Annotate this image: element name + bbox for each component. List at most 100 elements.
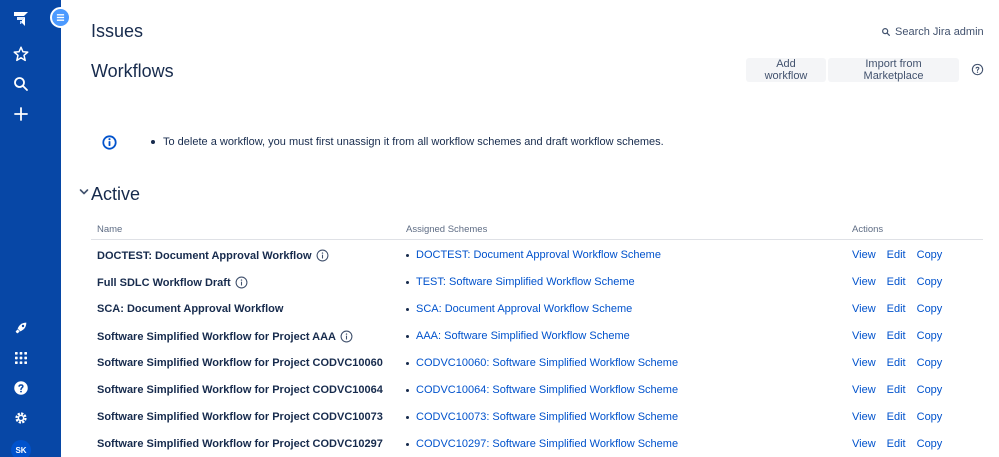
search-icon[interactable] <box>8 71 34 97</box>
gear-icon[interactable] <box>8 405 34 431</box>
scheme-link[interactable]: AAA: Software Simplified Workflow Scheme <box>416 330 630 342</box>
jira-logo-icon[interactable] <box>8 6 34 32</box>
section-title: Issues <box>91 21 144 41</box>
active-section-heading: Active <box>91 184 141 204</box>
workflow-name: Software Simplified Workflow for Project… <box>97 357 383 369</box>
table-row: SCA: Document Approval Workflow SCA: Docu… <box>61 295 999 322</box>
workflow-name-text: Software Simplified Workflow for Project… <box>97 411 383 423</box>
table-row: Full SDLC Workflow Draft TEST: Software S… <box>61 268 999 295</box>
column-header-name: Name <box>97 224 123 235</box>
info-icon[interactable] <box>235 276 248 289</box>
table-row: Software Simplified Workflow for Project… <box>61 349 999 376</box>
bullet <box>406 415 409 419</box>
star-icon[interactable] <box>8 41 34 67</box>
table-row: Software Simplified Workflow for Project… <box>61 430 999 457</box>
table-row: Software Simplified Workflow for Project… <box>61 376 999 403</box>
scheme-link[interactable]: CODVC10064: Software Simplified Workflow… <box>416 384 678 396</box>
scheme-link[interactable]: SCA: Document Approval Workflow Scheme <box>416 303 632 315</box>
row-actions: View Edit Copy <box>852 249 942 261</box>
assigned-scheme: DOCTEST: Document Approval Workflow Sche… <box>406 249 661 261</box>
copy-link[interactable]: Copy <box>917 276 943 288</box>
help-icon[interactable] <box>8 375 34 401</box>
scheme-link[interactable]: DOCTEST: Document Approval Workflow Sche… <box>416 249 661 261</box>
main-content: Issues Search Jira admin Workflows Add w… <box>61 0 999 457</box>
view-link[interactable]: View <box>852 330 876 342</box>
edit-link[interactable]: Edit <box>887 384 906 396</box>
table-row: Software Simplified Workflow for Project… <box>61 403 999 430</box>
view-link[interactable]: View <box>852 276 876 288</box>
row-actions: View Edit Copy <box>852 357 942 369</box>
chevron-down-icon[interactable] <box>78 186 90 198</box>
assigned-scheme: CODVC10073: Software Simplified Workflow… <box>406 411 678 423</box>
help-button[interactable] <box>969 61 985 77</box>
bullet <box>406 388 409 392</box>
edit-link[interactable]: Edit <box>887 276 906 288</box>
bullet <box>406 334 409 338</box>
edit-link[interactable]: Edit <box>887 303 906 315</box>
view-link[interactable]: View <box>852 384 876 396</box>
view-link[interactable]: View <box>852 357 876 369</box>
info-icon <box>102 135 117 150</box>
workflow-name: Software Simplified Workflow for Project… <box>97 384 383 396</box>
column-header-assigned-schemes: Assigned Schemes <box>406 224 488 235</box>
scheme-link[interactable]: CODVC10297: Software Simplified Workflow… <box>416 438 678 450</box>
table-row: DOCTEST: Document Approval Workflow DOCTE… <box>61 241 999 268</box>
copy-link[interactable]: Copy <box>917 357 943 369</box>
copy-link[interactable]: Copy <box>917 330 943 342</box>
view-link[interactable]: View <box>852 249 876 261</box>
copy-link[interactable]: Copy <box>917 303 943 315</box>
row-actions: View Edit Copy <box>852 384 942 396</box>
row-actions: View Edit Copy <box>852 276 942 288</box>
workflow-name: SCA: Document Approval Workflow <box>97 303 283 315</box>
table-row: Software Simplified Workflow for Project… <box>61 322 999 349</box>
edit-link[interactable]: Edit <box>887 438 906 450</box>
workflow-name-text: Software Simplified Workflow for Project… <box>97 384 383 396</box>
assigned-scheme: CODVC10064: Software Simplified Workflow… <box>406 384 678 396</box>
scheme-link[interactable]: TEST: Software Simplified Workflow Schem… <box>416 276 635 288</box>
copy-link[interactable]: Copy <box>917 384 943 396</box>
row-actions: View Edit Copy <box>852 411 942 423</box>
copy-link[interactable]: Copy <box>917 411 943 423</box>
workflow-name: Software Simplified Workflow for Project… <box>97 330 353 343</box>
view-link[interactable]: View <box>852 411 876 423</box>
view-link[interactable]: View <box>852 438 876 450</box>
row-actions: View Edit Copy <box>852 330 942 342</box>
workflow-name: DOCTEST: Document Approval Workflow <box>97 249 329 262</box>
edit-link[interactable]: Edit <box>887 357 906 369</box>
edit-link[interactable]: Edit <box>887 249 906 261</box>
assigned-scheme: CODVC10060: Software Simplified Workflow… <box>406 357 678 369</box>
copy-link[interactable]: Copy <box>917 438 943 450</box>
workflow-name-text: Software Simplified Workflow for Project… <box>97 357 383 369</box>
edit-link[interactable]: Edit <box>887 411 906 423</box>
copy-link[interactable]: Copy <box>917 249 943 261</box>
global-sidebar: SK <box>0 0 61 457</box>
assigned-scheme: AAA: Software Simplified Workflow Scheme <box>406 330 630 342</box>
search-admin-label: Search Jira admin <box>895 26 984 38</box>
bullet <box>406 280 409 284</box>
import-from-marketplace-button[interactable]: Import from Marketplace <box>828 58 959 82</box>
scheme-link[interactable]: CODVC10060: Software Simplified Workflow… <box>416 357 678 369</box>
workflow-name-text: SCA: Document Approval Workflow <box>97 303 284 315</box>
view-link[interactable]: View <box>852 303 876 315</box>
plus-icon[interactable] <box>8 101 34 127</box>
row-actions: View Edit Copy <box>852 303 942 315</box>
workflow-name: Software Simplified Workflow for Project… <box>97 438 383 450</box>
avatar[interactable]: SK <box>11 440 31 457</box>
workflow-name: Software Simplified Workflow for Project… <box>97 411 383 423</box>
search-admin-link[interactable]: Search Jira admin <box>881 26 984 38</box>
info-icon[interactable] <box>316 249 329 262</box>
table-header-divider <box>91 239 983 240</box>
scheme-link[interactable]: CODVC10073: Software Simplified Workflow… <box>416 411 678 423</box>
add-workflow-button[interactable]: Add workflow <box>746 58 826 82</box>
bullet <box>406 307 409 311</box>
workflow-name: Full SDLC Workflow Draft <box>97 276 248 289</box>
edit-link[interactable]: Edit <box>887 330 906 342</box>
info-icon[interactable] <box>340 330 353 343</box>
rocket-icon[interactable] <box>8 315 34 341</box>
bullet <box>151 140 155 144</box>
workflow-name-text: Software Simplified Workflow for Project… <box>97 330 336 343</box>
info-message-text: To delete a workflow, you must first una… <box>163 136 664 148</box>
assigned-scheme: TEST: Software Simplified Workflow Schem… <box>406 276 635 288</box>
bullet <box>406 361 409 365</box>
app-grid-icon[interactable] <box>8 345 34 371</box>
